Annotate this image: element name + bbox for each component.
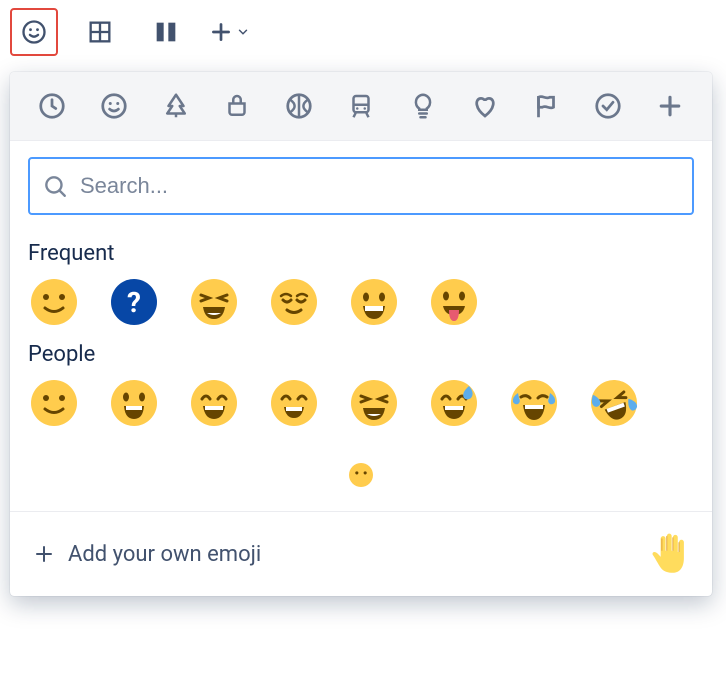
ball-icon — [284, 91, 314, 121]
category-nature[interactable] — [152, 82, 200, 130]
train-icon — [346, 91, 376, 121]
emoji-partial[interactable] — [335, 449, 387, 501]
food-icon — [222, 91, 252, 121]
category-objects[interactable] — [399, 82, 447, 130]
clock-icon — [37, 91, 67, 121]
layout-button[interactable] — [142, 8, 190, 56]
emoji-slight-smile[interactable] — [28, 377, 80, 429]
emoji-grin-sweat[interactable] — [428, 377, 480, 429]
plus-icon — [208, 19, 234, 45]
search-input[interactable] — [78, 172, 680, 200]
emoji-rofl[interactable] — [588, 377, 640, 429]
insert-menu-button[interactable] — [208, 19, 250, 45]
category-custom[interactable] — [646, 82, 694, 130]
flag-icon — [531, 91, 561, 121]
emoji-grinning-open[interactable] — [108, 377, 160, 429]
people-row-2 — [28, 449, 694, 501]
emoji-laughing[interactable] — [188, 276, 240, 328]
category-frequent[interactable] — [28, 82, 76, 130]
add-own-emoji-label: Add your own emoji — [68, 542, 261, 567]
chevron-down-icon — [236, 25, 250, 39]
emoji-button[interactable] — [10, 8, 58, 56]
emoji-joy[interactable] — [508, 377, 560, 429]
emoji-preview — [646, 530, 690, 578]
add-own-emoji-button[interactable]: Add your own emoji — [32, 542, 632, 567]
section-people-label: People — [28, 342, 694, 367]
check-circle-icon — [593, 91, 623, 121]
picker-footer: Add your own emoji — [10, 511, 712, 596]
emoji-relieved[interactable] — [268, 276, 320, 328]
search-wrap — [10, 141, 712, 221]
emoji-slight-smile[interactable] — [28, 276, 80, 328]
plus-icon — [32, 542, 56, 566]
frequent-row: ? — [28, 276, 694, 328]
emoji-picker: Frequent ? People Add your own emoji — [10, 72, 712, 596]
table-button[interactable] — [76, 8, 124, 56]
search-icon — [42, 173, 68, 199]
raised-hand-icon — [646, 530, 690, 574]
emoji-grinning[interactable] — [348, 276, 400, 328]
heart-icon — [470, 91, 500, 121]
columns-icon — [152, 18, 180, 46]
emoji-tongue[interactable] — [428, 276, 480, 328]
emoji-laughing[interactable] — [348, 377, 400, 429]
category-people[interactable] — [90, 82, 138, 130]
category-tabs — [10, 72, 712, 141]
category-travel[interactable] — [337, 82, 385, 130]
smile-icon — [99, 91, 129, 121]
category-symbols[interactable] — [461, 82, 509, 130]
editor-toolbar — [0, 0, 726, 64]
emoji-grin-beam-smile[interactable] — [268, 377, 320, 429]
category-productivity[interactable] — [584, 82, 632, 130]
table-icon — [86, 18, 114, 46]
category-food[interactable] — [213, 82, 261, 130]
emoji-grin-beam[interactable] — [188, 377, 240, 429]
smile-icon — [20, 18, 48, 46]
section-frequent-label: Frequent — [28, 241, 694, 266]
category-activity[interactable] — [275, 82, 323, 130]
category-flags[interactable] — [523, 82, 571, 130]
emoji-list[interactable]: Frequent ? People — [10, 221, 712, 511]
search-box[interactable] — [28, 157, 694, 215]
plus-icon — [655, 91, 685, 121]
emoji-question[interactable]: ? — [108, 276, 160, 328]
tree-icon — [161, 91, 191, 121]
bulb-icon — [408, 91, 438, 121]
people-row — [28, 377, 694, 429]
